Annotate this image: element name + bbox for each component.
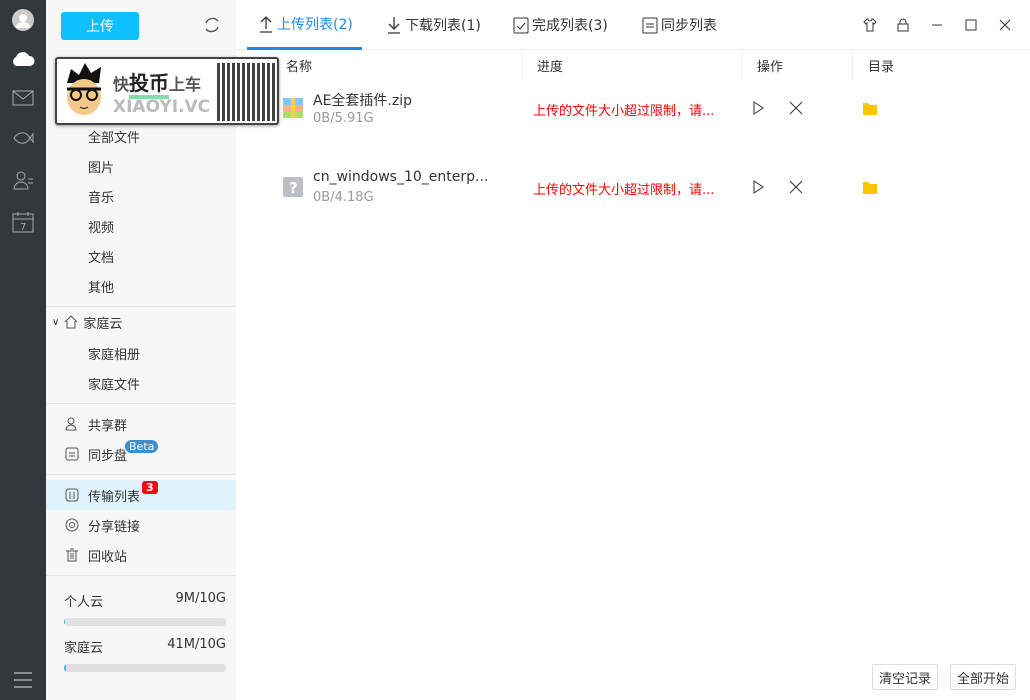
watermark-banner: 快投币上车 XIAOYI.VC <box>55 57 279 125</box>
unknown-file-icon: ? <box>283 177 303 197</box>
avatar[interactable] <box>11 8 35 32</box>
recycle-label: 回收站 <box>88 549 128 565</box>
share-link-label: 分享链接 <box>88 519 141 535</box>
column-header-directory[interactable]: 目录 <box>868 50 1018 80</box>
calendar-icon[interactable]: 7 <box>11 210 35 234</box>
column-header-progress[interactable]: 进度 <box>537 50 742 80</box>
close-button[interactable] <box>996 16 1014 34</box>
sidebar-item-music[interactable]: 音乐 <box>46 181 236 211</box>
quota-value: 41M/10G <box>167 637 226 652</box>
quota-family: 家庭云 41M/10G <box>64 637 226 672</box>
fish-icon[interactable] <box>11 126 35 150</box>
sidebar-item-share-group[interactable]: 共享群 <box>46 409 236 439</box>
watermark-text: 投币 <box>129 71 170 99</box>
sidebar-item-family-album[interactable]: 家庭相册 <box>46 338 236 368</box>
folder-icon[interactable] <box>863 101 877 115</box>
transfer-count-badge: 3 <box>142 480 158 494</box>
sync-disk-label: 同步盘 <box>88 448 128 464</box>
sync-icon <box>642 17 658 34</box>
sidebar-family-cloud[interactable]: ∨ 家庭云 <box>46 307 236 337</box>
lock-icon[interactable] <box>894 16 912 34</box>
quota-label: 家庭云 <box>64 641 104 656</box>
minimize-button[interactable] <box>928 16 946 34</box>
svg-text:7: 7 <box>20 222 26 233</box>
quota-bar <box>64 664 226 672</box>
sidebar-item-images[interactable]: 图片 <box>46 151 236 181</box>
clear-records-button[interactable]: 清空记录 <box>872 664 938 690</box>
file-status: 上传的文件大小超过限制，请... <box>533 183 715 198</box>
delete-icon[interactable] <box>789 180 803 194</box>
start-all-button[interactable]: 全部开始 <box>950 664 1016 690</box>
beta-badge: Beta <box>125 439 159 453</box>
file-size: 0B/4.18G <box>313 190 374 205</box>
sidebar-item-transfer-list[interactable]: 传输列表 3 <box>46 480 236 510</box>
sidebar-item-video[interactable]: 视频 <box>46 211 236 241</box>
watermark-domain: XIAOYI.VC <box>113 97 211 117</box>
menu-icon[interactable] <box>11 668 35 692</box>
sidebar-item-family-files[interactable]: 家庭文件 <box>46 368 236 398</box>
quota-label: 个人云 <box>64 595 104 610</box>
file-name: AE全套插件.zip <box>313 93 412 109</box>
file-name: cn_windows_10_enterp... <box>313 169 489 185</box>
sidebar-item-other[interactable]: 其他 <box>46 271 236 301</box>
chevron-down-icon: ∨ <box>52 316 60 328</box>
left-rail: 7 <box>0 0 46 700</box>
upload-button[interactable]: 上传 <box>61 12 139 40</box>
tab-sync-list[interactable]: 同步列表 <box>642 0 717 50</box>
play-icon[interactable] <box>751 180 765 194</box>
quota-personal: 个人云 9M/10G <box>64 591 226 626</box>
sidebar-item-sync-disk[interactable]: 同步盘 Beta <box>46 439 236 469</box>
cloud-icon[interactable] <box>11 46 35 70</box>
quota-value: 9M/10G <box>175 591 226 606</box>
tab-label: 完成列表(3) <box>532 18 608 34</box>
tab-label: 下载列表(1) <box>405 18 481 34</box>
trash-icon <box>64 547 80 563</box>
tab-label: 上传列表(2) <box>277 16 353 33</box>
user-icon <box>64 416 80 432</box>
link-icon <box>64 517 80 533</box>
refresh-icon[interactable] <box>202 15 222 35</box>
qr-code <box>217 63 275 121</box>
folder-icon[interactable] <box>863 180 877 194</box>
delete-icon[interactable] <box>789 101 803 115</box>
play-icon[interactable] <box>751 101 765 115</box>
completed-icon <box>513 17 529 34</box>
sidebar-item-recycle-bin[interactable]: 回收站 <box>46 540 236 570</box>
sidebar-item-docs[interactable]: 文档 <box>46 241 236 271</box>
tab-upload-list[interactable]: 上传列表(2) <box>247 0 362 50</box>
tab-completed-list[interactable]: 完成列表(3) <box>513 0 608 50</box>
watermark-text: 快 <box>113 75 130 94</box>
skin-icon[interactable] <box>861 16 879 34</box>
file-size: 0B/5.91G <box>313 111 374 126</box>
quota-bar <box>64 618 226 626</box>
upload-icon <box>260 15 272 33</box>
column-header-name[interactable]: 名称 <box>286 50 523 80</box>
maximize-button[interactable] <box>962 16 980 34</box>
file-status: 上传的文件大小超过限制，请... <box>533 104 715 119</box>
watermark-text: 上车 <box>169 75 202 94</box>
column-header-actions[interactable]: 操作 <box>757 50 853 80</box>
sidebar-item-all-files[interactable]: 全部文件 <box>46 121 236 151</box>
zip-file-icon <box>283 98 303 118</box>
family-cloud-label: 家庭云 <box>83 316 123 332</box>
mail-icon[interactable] <box>11 86 35 110</box>
download-icon <box>388 17 400 34</box>
contacts-icon[interactable] <box>11 168 35 192</box>
sidebar-item-share-link[interactable]: 分享链接 <box>46 510 236 540</box>
home-icon <box>63 314 79 330</box>
share-group-label: 共享群 <box>88 418 128 434</box>
sync-disk-icon <box>64 446 80 462</box>
transfer-label: 传输列表 <box>88 489 141 505</box>
cartoon-face-logo <box>67 63 101 115</box>
svg-text:?: ? <box>289 179 298 197</box>
tab-label: 同步列表 <box>661 18 717 34</box>
tab-download-list[interactable]: 下载列表(1) <box>386 0 481 50</box>
transfer-icon <box>64 487 80 503</box>
